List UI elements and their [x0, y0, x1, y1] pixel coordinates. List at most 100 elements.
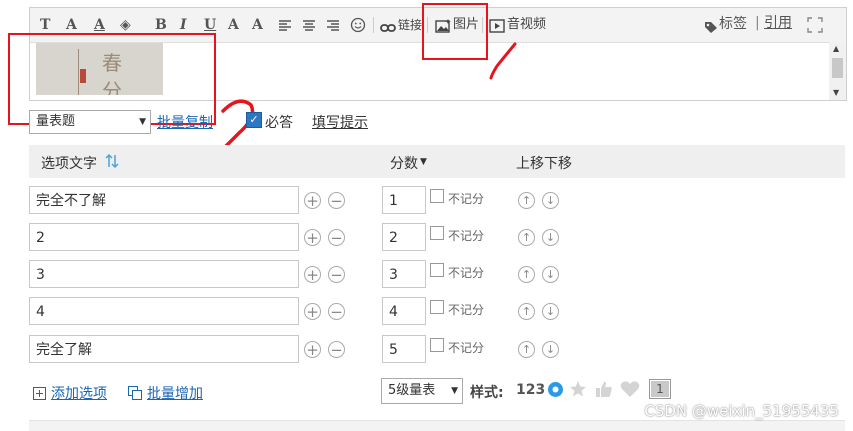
text-format-icon[interactable]: T: [40, 16, 50, 34]
move-down-icon[interactable]: ↓: [542, 266, 559, 283]
quote-button-label[interactable]: 引用: [764, 15, 792, 31]
add-row-icon[interactable]: +: [304, 229, 321, 246]
link-icon[interactable]: [380, 19, 396, 32]
score-input[interactable]: 3: [382, 260, 426, 288]
font-size-icon[interactable]: A: [66, 16, 77, 34]
no-score-checkbox[interactable]: [430, 300, 444, 314]
chevron-down-icon: ▼: [139, 117, 146, 127]
move-down-icon[interactable]: ↓: [542, 229, 559, 246]
watermark: CSDN @weixin_51955435: [644, 402, 839, 420]
remove-row-icon[interactable]: −: [328, 341, 345, 358]
video-icon[interactable]: [489, 18, 505, 33]
highlight-icon[interactable]: ◈: [120, 16, 131, 34]
caret-down-icon[interactable]: ▼: [420, 157, 427, 167]
options-table-header: 选项文字 分数 ▼ 上移下移: [29, 145, 845, 178]
option-text-input[interactable]: 完全不了解: [29, 186, 299, 214]
remove-row-icon[interactable]: −: [328, 229, 345, 246]
move-down-icon[interactable]: ↓: [542, 303, 559, 320]
check-icon: ✓: [249, 113, 259, 126]
score-input[interactable]: 5: [382, 335, 426, 363]
annotation-box-image: [422, 3, 488, 60]
remove-row-icon[interactable]: −: [328, 192, 345, 209]
tag-icon[interactable]: [704, 19, 718, 33]
add-row-icon[interactable]: +: [304, 303, 321, 320]
batch-add-link[interactable]: 批量增加: [147, 383, 203, 403]
tag-button-label[interactable]: 标签: [719, 16, 747, 32]
footer-bar: [29, 420, 845, 431]
add-row-icon[interactable]: +: [304, 266, 321, 283]
required-checkbox[interactable]: ✓: [246, 112, 262, 128]
add-option-link[interactable]: 添加选项: [51, 383, 107, 403]
annotation-marker-1: [489, 42, 517, 80]
remove-row-icon[interactable]: −: [328, 266, 345, 283]
superscript-icon[interactable]: A: [252, 16, 263, 34]
batch-add-icon[interactable]: [128, 385, 142, 400]
scroll-down-icon[interactable]: ▼: [833, 88, 839, 97]
subscript-icon[interactable]: A: [228, 16, 239, 34]
option-text-input[interactable]: 完全了解: [29, 335, 299, 363]
column-score[interactable]: 分数: [390, 153, 418, 173]
underline-icon[interactable]: U: [204, 16, 216, 34]
batch-copy-link[interactable]: 批量复制: [157, 112, 213, 132]
fill-hint-link[interactable]: 填写提示: [312, 112, 368, 132]
score-input[interactable]: 1: [382, 186, 426, 214]
move-up-icon[interactable]: ↑: [518, 229, 535, 246]
style-numeric-option[interactable]: 123: [516, 382, 545, 398]
move-up-icon[interactable]: ↑: [518, 341, 535, 358]
toolbar-divider: |: [755, 15, 760, 31]
style-box-value: 1: [650, 380, 670, 398]
question-type-value: 量表题: [36, 114, 76, 129]
no-score-label: 不记分: [448, 266, 485, 280]
question-type-select[interactable]: 量表题 ▼: [29, 110, 151, 134]
radio-selected-icon[interactable]: [547, 381, 564, 398]
add-option-icon[interactable]: [33, 385, 46, 400]
no-score-label: 不记分: [448, 341, 485, 355]
scale-level-select[interactable]: 5级量表 ▼: [381, 378, 463, 404]
star-icon[interactable]: [569, 380, 587, 398]
column-option-text: 选项文字: [41, 156, 97, 172]
link-button-label[interactable]: 链接: [398, 17, 422, 33]
thumbs-up-icon[interactable]: [595, 380, 613, 398]
no-score-label: 不记分: [448, 229, 485, 243]
move-up-icon[interactable]: ↑: [518, 303, 535, 320]
italic-icon[interactable]: I: [180, 16, 187, 34]
column-move: 上移下移: [516, 156, 572, 172]
move-down-icon[interactable]: ↓: [542, 341, 559, 358]
toolbar-separator: [373, 17, 374, 33]
font-color-icon[interactable]: A: [94, 16, 105, 34]
option-text-input[interactable]: 2: [29, 223, 299, 251]
option-text-input[interactable]: 3: [29, 260, 299, 288]
chevron-down-icon: ▼: [451, 386, 458, 396]
align-left-icon[interactable]: [278, 18, 292, 32]
score-input[interactable]: 2: [382, 223, 426, 251]
move-down-icon[interactable]: ↓: [542, 192, 559, 209]
no-score-checkbox[interactable]: [430, 189, 444, 203]
no-score-checkbox[interactable]: [430, 338, 444, 352]
required-label: 必答: [265, 115, 293, 131]
add-row-icon[interactable]: +: [304, 192, 321, 209]
scroll-up-icon[interactable]: ▲: [833, 44, 839, 53]
move-up-icon[interactable]: ↑: [518, 266, 535, 283]
scale-level-value: 5级量表: [388, 383, 436, 398]
no-score-label: 不记分: [448, 192, 485, 206]
style-label: 样式:: [470, 385, 504, 401]
remove-row-icon[interactable]: −: [328, 303, 345, 320]
align-center-icon[interactable]: [302, 18, 316, 32]
sort-icon[interactable]: [105, 153, 119, 169]
style-box-option[interactable]: 1: [649, 379, 671, 399]
editor-scrollbar[interactable]: ▲ ▼: [829, 42, 846, 100]
align-right-icon[interactable]: [326, 18, 340, 32]
no-score-label: 不记分: [448, 303, 485, 317]
emoji-icon[interactable]: [350, 17, 366, 33]
option-text-input[interactable]: 4: [29, 297, 299, 325]
fullscreen-icon[interactable]: [807, 17, 823, 33]
media-button-label[interactable]: 音视频: [507, 17, 546, 33]
add-row-icon[interactable]: +: [304, 341, 321, 358]
move-up-icon[interactable]: ↑: [518, 192, 535, 209]
no-score-checkbox[interactable]: [430, 263, 444, 277]
score-input[interactable]: 4: [382, 297, 426, 325]
heart-icon[interactable]: [620, 380, 640, 398]
no-score-checkbox[interactable]: [430, 226, 444, 240]
scrollbar-thumb[interactable]: [832, 58, 843, 78]
bold-icon[interactable]: B: [155, 16, 167, 34]
